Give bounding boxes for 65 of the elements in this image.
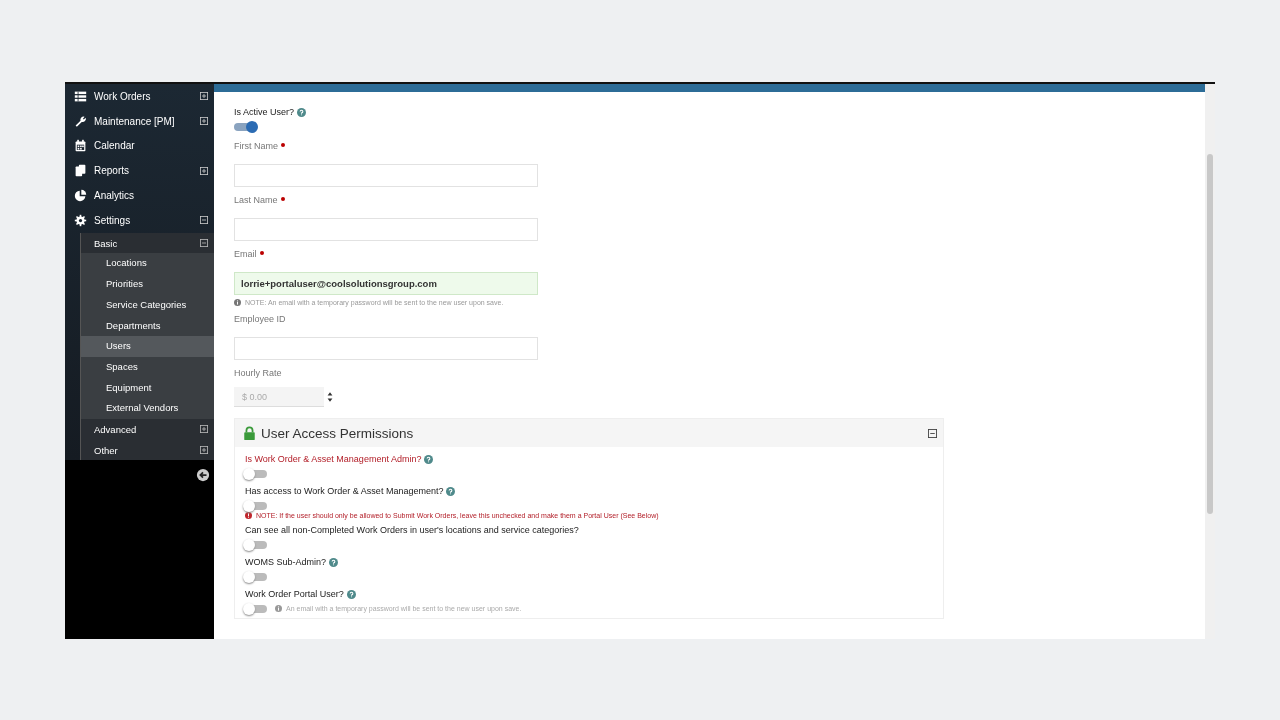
sidebar-item[interactable]: Service Categories [81,294,214,316]
info-icon [275,605,282,612]
sidebar-item[interactable]: External Vendors [81,398,214,419]
expand-icon[interactable] [200,92,208,101]
expand-icon[interactable] [200,117,208,126]
sidebar-item[interactable]: Maintenance [PM] [65,108,214,134]
sidebar-item[interactable]: Reports [65,158,214,184]
sidebar-item[interactable]: Other [81,439,214,461]
collapse-icon[interactable] [928,428,937,438]
info-icon [234,299,241,306]
sidebar-item[interactable]: Analytics [65,183,214,208]
sidebar-item[interactable]: Equipment [81,377,214,399]
field-label: Last Name [234,195,278,205]
spinner-icon[interactable] [326,390,334,404]
sidebar-item[interactable]: Priorities [81,274,214,295]
permission-label: Work Order Portal User? [245,589,344,599]
help-icon[interactable] [424,454,434,464]
text-field[interactable] [234,164,538,187]
toggle-switch[interactable] [234,123,256,131]
field-label: Hourly Rate [234,368,282,378]
collapse-sidebar-icon[interactable] [196,468,210,483]
scrollbar[interactable] [1205,84,1215,639]
calendar-icon [74,139,87,153]
expand-icon[interactable] [200,166,208,175]
text-field[interactable] [234,337,538,360]
help-icon[interactable] [446,486,456,496]
lock-icon [243,426,256,440]
sidebar-item[interactable]: Spaces [81,356,214,378]
grid-icon [74,89,87,103]
permission-label: Has access to Work Order & Asset Management? [245,486,444,496]
text-field[interactable] [234,218,538,241]
sidebar-item[interactable]: Advanced [81,418,214,440]
field-label: Employee ID [234,314,286,324]
wrench-icon [74,114,87,128]
panel-title: User Access Permissions [261,425,415,441]
toggle-switch[interactable] [245,502,267,510]
collapse-icon[interactable] [200,239,208,248]
gear-icon [74,213,87,227]
toggle-switch[interactable] [245,470,267,478]
sidebar-item[interactable]: Calendar [65,133,214,159]
permission-label: Is Work Order & Asset Management Admin? [245,454,422,464]
expand-icon[interactable] [200,425,208,434]
sidebar-item[interactable]: Users [81,336,214,357]
number-field[interactable]: $ 0.00 [234,387,324,407]
text-field[interactable]: lorrie+portaluser@coolsolutionsgroup.com [234,272,538,295]
permission-label: WOMS Sub-Admin? [245,557,327,567]
sidebar-item[interactable]: Basic [81,232,214,254]
sidebar-item[interactable]: Departments [81,315,214,337]
toggle-switch[interactable] [245,573,267,581]
help-icon[interactable] [346,589,356,599]
help-icon[interactable] [297,107,307,117]
alert-icon [245,512,252,519]
help-icon[interactable] [329,557,339,567]
permission-label: Can see all non-Completed Work Orders in user's locations and service categories? [245,525,579,535]
pie-icon [74,189,87,203]
sidebar-item[interactable]: Work Orders [65,84,214,109]
pages-icon [74,164,87,178]
field-label: Email [234,249,257,259]
sidebar-item[interactable]: Locations [81,253,214,275]
field-label: Is Active User? [234,107,295,117]
toggle-switch[interactable] [245,605,267,613]
sidebar-item[interactable]: Settings [65,208,214,233]
toggle-switch[interactable] [245,541,267,549]
expand-icon[interactable] [200,446,208,454]
field-label: First Name [234,141,278,151]
